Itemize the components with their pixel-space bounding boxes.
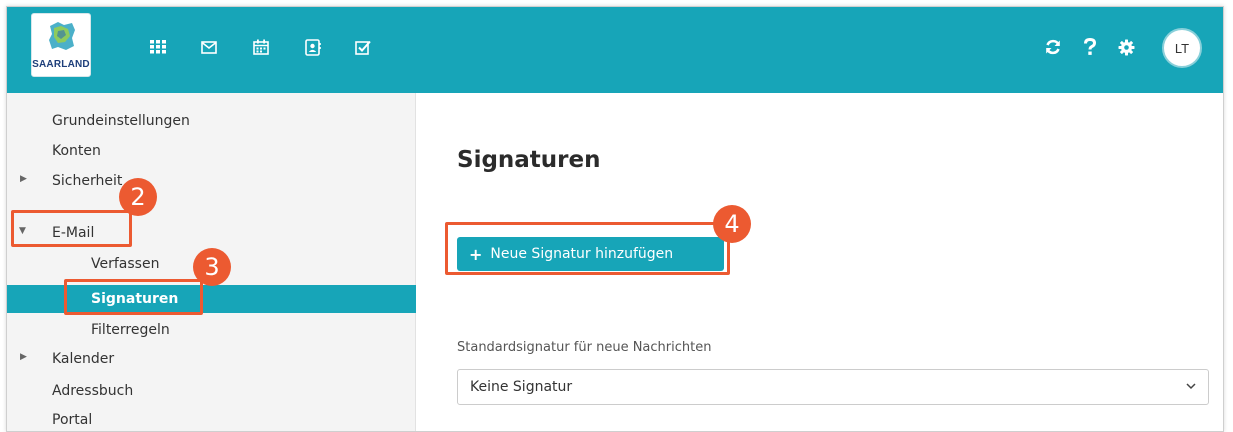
default-signature-select[interactable]: Keine Signatur xyxy=(457,369,1209,405)
logo-map-icon xyxy=(49,22,75,50)
settings-gear-icon[interactable] xyxy=(1116,37,1136,57)
callout-box-add-signature xyxy=(445,222,730,275)
settings-window: SAARLAND LT Grundeinstellungen Konten ▶ … xyxy=(6,6,1224,432)
callout-number-3: 3 xyxy=(193,248,231,286)
refresh-icon[interactable] xyxy=(1043,37,1063,57)
sidebar-item-konten[interactable]: Konten xyxy=(52,140,101,162)
sidebar-item-kalender[interactable]: Kalender xyxy=(52,348,114,370)
sidebar-item-grundeinstellungen[interactable]: Grundeinstellungen xyxy=(52,110,190,132)
page-title: Signaturen xyxy=(457,147,601,173)
help-icon[interactable] xyxy=(1080,37,1100,57)
user-avatar[interactable]: LT xyxy=(1162,28,1202,68)
callout-box-signaturen xyxy=(64,279,203,315)
sidebar-item-filterregeln[interactable]: Filterregeln xyxy=(91,319,170,341)
collapsed-arrow-icon[interactable]: ▶ xyxy=(20,174,27,184)
sidebar-item-portal[interactable]: Portal xyxy=(52,409,92,431)
calendar-icon[interactable] xyxy=(251,37,271,57)
callout-number-4: 4 xyxy=(713,205,751,243)
contacts-icon[interactable] xyxy=(303,37,323,57)
default-signature-value: Keine Signatur xyxy=(470,379,573,395)
collapsed-arrow-icon[interactable]: ▶ xyxy=(20,352,27,362)
sidebar-item-adressbuch[interactable]: Adressbuch xyxy=(52,380,133,402)
tasks-icon[interactable] xyxy=(353,37,373,57)
mail-icon[interactable] xyxy=(199,37,219,57)
top-navigation-bar: SAARLAND LT xyxy=(7,7,1223,93)
logo-text: SAARLAND xyxy=(32,59,90,70)
sidebar-item-sicherheit[interactable]: Sicherheit xyxy=(52,170,122,192)
saarland-logo[interactable]: SAARLAND xyxy=(31,13,91,77)
apps-grid-icon[interactable] xyxy=(148,37,168,57)
callout-box-email xyxy=(11,210,132,247)
callout-number-2: 2 xyxy=(119,178,157,216)
default-signature-label: Standardsignatur für neue Nachrichten xyxy=(457,340,712,355)
chevron-down-icon xyxy=(1186,383,1196,390)
sidebar-item-verfassen[interactable]: Verfassen xyxy=(91,253,159,275)
